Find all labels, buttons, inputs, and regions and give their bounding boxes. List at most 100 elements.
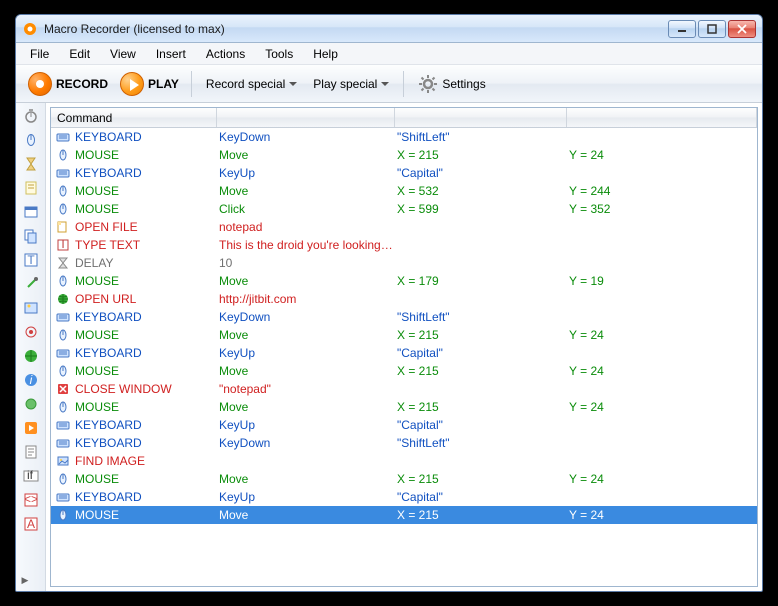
table-row[interactable]: MOUSEMoveX = 215Y = 24: [51, 146, 757, 164]
table-row[interactable]: MOUSEMoveX = 215Y = 24: [51, 506, 757, 524]
svg-text:A: A: [26, 517, 34, 531]
svg-text:i: i: [29, 373, 32, 387]
settings-button[interactable]: Settings: [412, 70, 491, 98]
table-row[interactable]: KEYBOARDKeyUp"Capital": [51, 344, 757, 362]
table-row[interactable]: MOUSEMoveX = 215Y = 24: [51, 470, 757, 488]
row-icon: [55, 418, 71, 432]
menu-file[interactable]: File: [20, 45, 59, 63]
cell-command: FIND IMAGE: [73, 454, 217, 468]
menu-actions[interactable]: Actions: [196, 45, 255, 63]
cell-action: KeyDown: [217, 130, 395, 144]
row-icon: [55, 220, 71, 234]
window-icon[interactable]: [22, 203, 40, 221]
row-icon: [55, 166, 71, 180]
cell-param2: Y = 19: [567, 274, 757, 288]
window-title: Macro Recorder (licensed to max): [44, 22, 668, 36]
list-header[interactable]: Command: [51, 108, 757, 128]
menu-help[interactable]: Help: [303, 45, 348, 63]
note-icon[interactable]: [22, 179, 40, 197]
table-row[interactable]: OPEN URLhttp://jitbit.com: [51, 290, 757, 308]
cell-param1: "ShiftLeft": [395, 436, 567, 450]
record-special-dropdown[interactable]: Record special: [200, 73, 303, 95]
menu-view[interactable]: View: [100, 45, 146, 63]
column-header-2[interactable]: [217, 108, 395, 127]
play-icon: [120, 72, 144, 96]
cell-command: MOUSE: [73, 328, 217, 342]
minimize-button[interactable]: [668, 20, 696, 38]
column-header-4[interactable]: [567, 108, 757, 127]
info-icon[interactable]: i: [22, 371, 40, 389]
cell-param2: Y = 244: [567, 184, 757, 198]
cell-command: TYPE TEXT: [73, 238, 217, 252]
row-icon: [55, 454, 71, 468]
globe-icon[interactable]: [22, 347, 40, 365]
table-row[interactable]: T TYPE TEXTThis is the droid you're looki…: [51, 236, 757, 254]
cell-param1: X = 599: [395, 202, 567, 216]
cell-param1: X = 215: [395, 364, 567, 378]
table-row[interactable]: FIND IMAGE: [51, 452, 757, 470]
record-button[interactable]: RECORD: [24, 70, 112, 98]
mouse-icon[interactable]: [22, 131, 40, 149]
table-row[interactable]: MOUSEMoveX = 532Y = 244: [51, 182, 757, 200]
run-icon[interactable]: [22, 419, 40, 437]
table-row[interactable]: CLOSE WINDOW"notepad": [51, 380, 757, 398]
row-icon: [55, 148, 71, 162]
record-special-label: Record special: [206, 77, 285, 91]
sidebar-expand[interactable]: ▶: [22, 575, 40, 585]
record-label: RECORD: [56, 77, 108, 91]
target-icon[interactable]: [22, 323, 40, 341]
play-button[interactable]: PLAY: [116, 70, 183, 98]
table-row[interactable]: KEYBOARDKeyUp"Capital": [51, 416, 757, 434]
row-icon: [55, 472, 71, 486]
script-icon[interactable]: [22, 443, 40, 461]
table-row[interactable]: KEYBOARDKeyUp"Capital": [51, 164, 757, 182]
table-row[interactable]: KEYBOARDKeyDown"ShiftLeft": [51, 128, 757, 146]
table-row[interactable]: KEYBOARDKeyDown"ShiftLeft": [51, 308, 757, 326]
font-icon[interactable]: A: [22, 515, 40, 533]
if-icon[interactable]: if: [22, 467, 40, 485]
table-row[interactable]: KEYBOARDKeyUp"Capital": [51, 488, 757, 506]
row-icon: T: [55, 238, 71, 252]
close-button[interactable]: [728, 20, 756, 38]
hourglass-icon[interactable]: [22, 155, 40, 173]
column-header-3[interactable]: [395, 108, 567, 127]
cell-action: This is the droid you're looking for!: [217, 238, 395, 252]
menu-insert[interactable]: Insert: [146, 45, 196, 63]
table-row[interactable]: MOUSEMoveX = 215Y = 24: [51, 362, 757, 380]
cell-command: KEYBOARD: [73, 490, 217, 504]
cell-param2: Y = 24: [567, 400, 757, 414]
timer-icon[interactable]: [22, 107, 40, 125]
cell-param1: X = 532: [395, 184, 567, 198]
table-row[interactable]: MOUSEMoveX = 215Y = 24: [51, 398, 757, 416]
svg-text:T: T: [59, 238, 67, 251]
row-icon: [55, 256, 71, 270]
table-row[interactable]: DELAY10: [51, 254, 757, 272]
titlebar[interactable]: Macro Recorder (licensed to max): [16, 15, 762, 43]
row-icon: [55, 202, 71, 216]
table-row[interactable]: OPEN FILEnotepad: [51, 218, 757, 236]
table-row[interactable]: MOUSEClickX = 599Y = 352: [51, 200, 757, 218]
menu-edit[interactable]: Edit: [59, 45, 100, 63]
photo-icon[interactable]: [22, 299, 40, 317]
cell-command: MOUSE: [73, 364, 217, 378]
row-icon: [55, 364, 71, 378]
table-row[interactable]: MOUSEMoveX = 215Y = 24: [51, 326, 757, 344]
cell-action: Move: [217, 274, 395, 288]
cell-command: MOUSE: [73, 202, 217, 216]
row-icon: [55, 382, 71, 396]
menu-tools[interactable]: Tools: [255, 45, 303, 63]
text-icon[interactable]: T: [22, 251, 40, 269]
code-icon[interactable]: <>: [22, 491, 40, 509]
sphere-icon[interactable]: [22, 395, 40, 413]
table-row[interactable]: KEYBOARDKeyDown"ShiftLeft": [51, 434, 757, 452]
table-row[interactable]: MOUSEMoveX = 179Y = 19: [51, 272, 757, 290]
copy-icon[interactable]: [22, 227, 40, 245]
eyedropper-icon[interactable]: [22, 275, 40, 293]
cell-action: KeyDown: [217, 436, 395, 450]
maximize-button[interactable]: [698, 20, 726, 38]
cell-param1: X = 215: [395, 148, 567, 162]
cell-command: MOUSE: [73, 184, 217, 198]
play-label: PLAY: [148, 77, 179, 91]
play-special-dropdown[interactable]: Play special: [307, 73, 395, 95]
column-header-command[interactable]: Command: [51, 108, 217, 127]
